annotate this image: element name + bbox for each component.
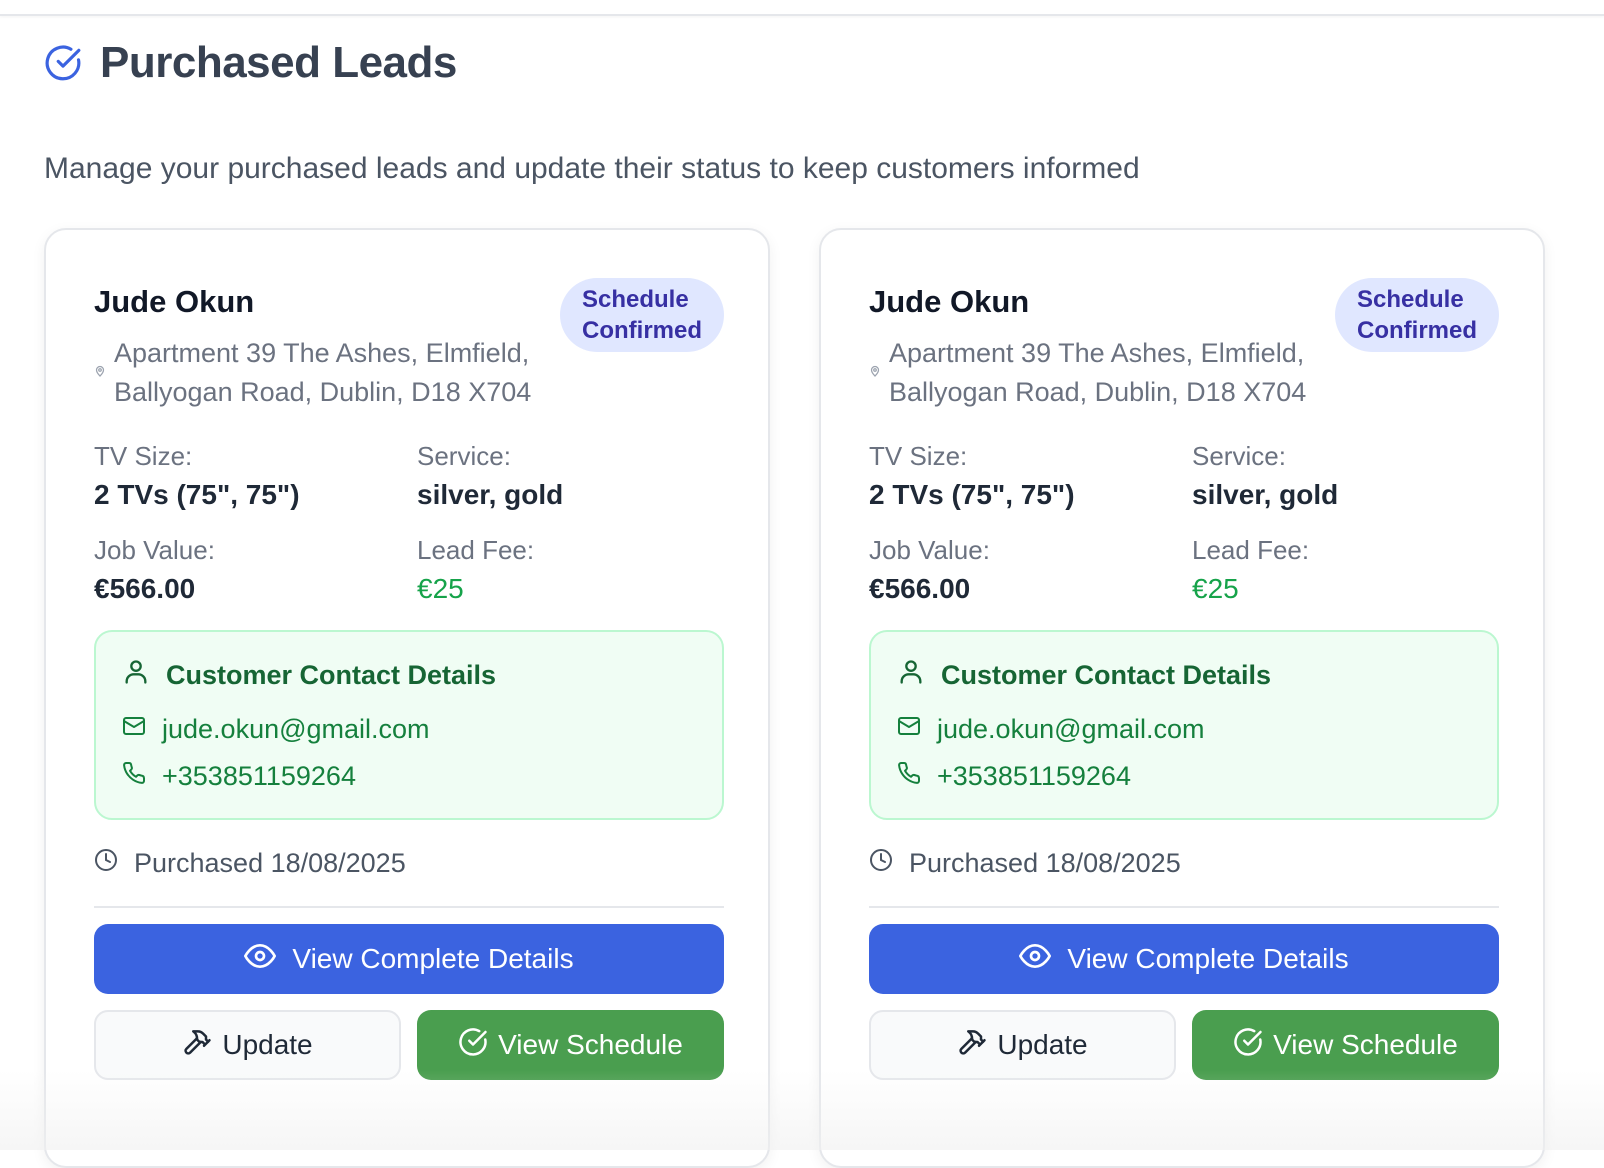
update-button[interactable]: Update: [869, 1010, 1176, 1080]
contact-phone[interactable]: +353851159264: [897, 761, 1131, 792]
page-title: Purchased Leads: [100, 38, 457, 87]
job-value: €566.00: [94, 573, 196, 604]
service-field: Service: silver, gold: [1192, 438, 1492, 516]
user-icon: [122, 658, 150, 693]
view-schedule-button[interactable]: View Schedule: [417, 1010, 724, 1080]
contact-phone[interactable]: +353851159264: [122, 761, 356, 792]
view-complete-details-button[interactable]: View Complete Details: [94, 924, 724, 994]
contact-title: Customer Contact Details: [122, 658, 496, 693]
customer-contact-box: Customer Contact Details jude.okun@gmail…: [94, 630, 724, 820]
contact-email[interactable]: jude.okun@gmail.com: [897, 714, 1205, 745]
view-schedule-button[interactable]: View Schedule: [1192, 1010, 1499, 1080]
lead-card: Jude Okun Schedule Confirmed Apartment 3…: [819, 228, 1545, 1168]
service-value: silver, gold: [417, 479, 564, 510]
job-value: €566.00: [869, 573, 971, 604]
view-complete-details-button[interactable]: View Complete Details: [869, 924, 1499, 994]
divider: [869, 906, 1499, 908]
contact-email[interactable]: jude.okun@gmail.com: [122, 714, 430, 745]
divider: [94, 906, 724, 908]
job-value-field: Job Value: €566.00: [94, 532, 394, 610]
map-pin-icon: [94, 364, 106, 382]
phone-icon: [122, 761, 146, 792]
lead-address: Apartment 39 The Ashes, Elmfield, Ballyo…: [869, 334, 1339, 412]
check-circle-icon: [1233, 1027, 1263, 1064]
address-line-2: Ballyogan Road, Dublin, D18 X704: [114, 377, 532, 407]
tv-size-value: 2 TVs (75", 75"): [869, 479, 1075, 510]
lead-card: Jude Okun Schedule Confirmed Apartment 3…: [44, 228, 770, 1168]
top-bar: [0, 0, 1604, 16]
job-value-field: Job Value: €566.00: [869, 532, 1169, 610]
lead-fee-value: €25: [417, 573, 464, 604]
address-line-2: Ballyogan Road, Dublin, D18 X704: [889, 377, 1307, 407]
lead-name: Jude Okun: [869, 284, 1030, 319]
purchased-date: Purchased 18/08/2025: [869, 848, 1181, 879]
customer-contact-box: Customer Contact Details jude.okun@gmail…: [869, 630, 1499, 820]
map-pin-icon: [869, 364, 881, 382]
page-header: Purchased Leads: [44, 38, 457, 88]
hammer-icon: [957, 1027, 987, 1064]
phone-value[interactable]: +353851159264: [162, 761, 356, 792]
address-line-1: Apartment 39 The Ashes, Elmfield,: [889, 338, 1305, 368]
check-circle-icon: [44, 44, 82, 82]
hammer-icon: [182, 1027, 212, 1064]
address-line-1: Apartment 39 The Ashes, Elmfield,: [114, 338, 530, 368]
tv-size-field: TV Size: 2 TVs (75", 75"): [94, 438, 394, 516]
user-icon: [897, 658, 925, 693]
email-value[interactable]: jude.okun@gmail.com: [162, 714, 430, 745]
service-value: silver, gold: [1192, 479, 1339, 510]
purchased-date: Purchased 18/08/2025: [94, 848, 406, 879]
eye-icon: [244, 940, 277, 979]
lead-address: Apartment 39 The Ashes, Elmfield, Ballyo…: [94, 334, 564, 412]
status-badge: Schedule Confirmed: [1335, 278, 1499, 352]
page-subtitle: Manage your purchased leads and update t…: [44, 152, 1140, 185]
phone-value[interactable]: +353851159264: [937, 761, 1131, 792]
mail-icon: [122, 714, 146, 745]
service-field: Service: silver, gold: [417, 438, 717, 516]
status-badge: Schedule Confirmed: [560, 278, 724, 352]
email-value[interactable]: jude.okun@gmail.com: [937, 714, 1205, 745]
clock-icon: [94, 848, 118, 879]
phone-icon: [897, 761, 921, 792]
clock-icon: [869, 848, 893, 879]
tv-size-field: TV Size: 2 TVs (75", 75"): [869, 438, 1169, 516]
mail-icon: [897, 714, 921, 745]
lead-fee-value: €25: [1192, 573, 1239, 604]
eye-icon: [1019, 940, 1052, 979]
lead-fee-field: Lead Fee: €25: [1192, 532, 1492, 610]
lead-fee-field: Lead Fee: €25: [417, 532, 717, 610]
update-button[interactable]: Update: [94, 1010, 401, 1080]
check-circle-icon: [458, 1027, 488, 1064]
tv-size-value: 2 TVs (75", 75"): [94, 479, 300, 510]
contact-title: Customer Contact Details: [897, 658, 1271, 693]
lead-name: Jude Okun: [94, 284, 255, 319]
